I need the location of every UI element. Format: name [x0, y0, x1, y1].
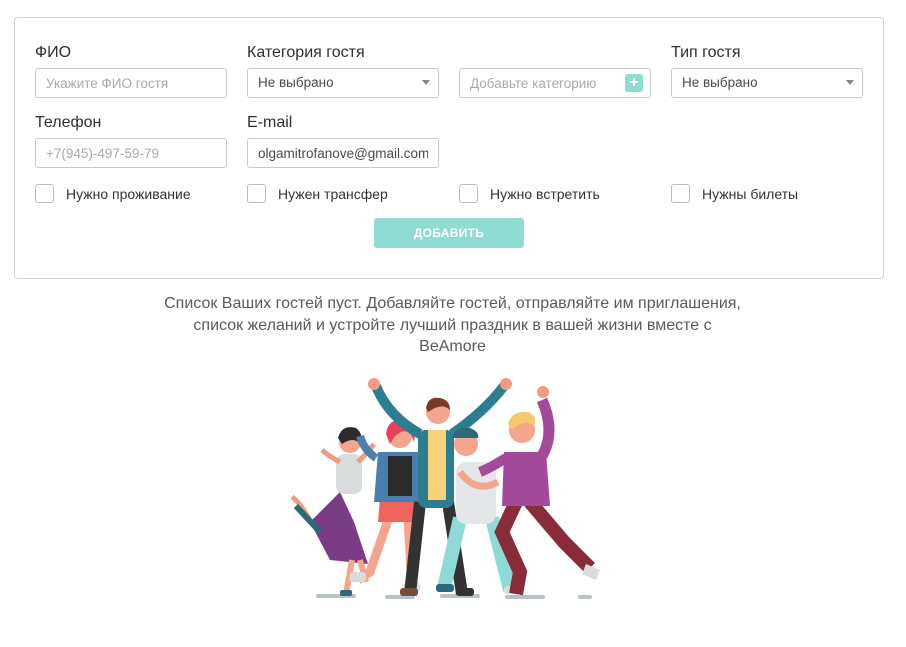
checkbox-box[interactable] [671, 184, 690, 203]
category-select-value: Не выбрано [258, 75, 334, 90]
fio-label: ФИО [35, 44, 72, 61]
checkbox-label: Нужны билеты [702, 185, 799, 202]
checkbox-box[interactable] [35, 184, 54, 203]
category-select[interactable]: Не выбрано [247, 68, 439, 98]
new-category-field[interactable]: + [459, 68, 651, 98]
email-input[interactable] [258, 139, 428, 167]
guest-type-label: Тип гостя [671, 44, 741, 61]
checkbox-transfer[interactable]: Нужен трансфер [247, 184, 388, 203]
empty-state-message: Список Ваших гостей пуст. Добавляйте гос… [140, 293, 765, 358]
checkbox-label: Нужен трансфер [278, 185, 388, 202]
guest-type-select[interactable]: Не выбрано [671, 68, 863, 98]
chevron-down-icon [422, 80, 430, 85]
checkbox-accommodation[interactable]: Нужно проживание [35, 184, 191, 203]
email-label: E-mail [247, 114, 293, 131]
guest-type-select-value: Не выбрано [682, 75, 758, 90]
phone-label: Телефон [35, 114, 102, 131]
happy-guests-illustration [290, 378, 600, 599]
empty-state-line: Список Ваших гостей пуст. Добавляйте гос… [164, 295, 741, 312]
empty-state-line: BeAmore [419, 338, 486, 355]
checkbox-box[interactable] [247, 184, 266, 203]
add-guest-button[interactable]: ДОБАВИТЬ [374, 218, 524, 248]
checkbox-label: Нужно проживание [66, 185, 191, 202]
phone-input[interactable] [46, 139, 216, 167]
add-guest-form: ФИО Категория гостя Тип гостя Не выбрано… [14, 17, 884, 279]
fio-input[interactable] [46, 69, 216, 97]
new-category-input[interactable] [470, 69, 610, 97]
email-field[interactable] [247, 138, 439, 168]
ground-shadows-icon [316, 594, 592, 599]
woman-purple-skirt-figure [290, 427, 376, 596]
checkbox-tickets[interactable]: Нужны билеты [671, 184, 798, 203]
phone-field[interactable] [35, 138, 227, 168]
empty-state-line: список желаний и устройте лучший праздни… [193, 316, 712, 334]
chevron-down-icon [846, 80, 854, 85]
checkbox-label: Нужно встретить [490, 185, 600, 202]
fio-field[interactable] [35, 68, 227, 98]
checkbox-meet[interactable]: Нужно встретить [459, 184, 600, 203]
checkbox-box[interactable] [459, 184, 478, 203]
category-label: Категория гостя [247, 44, 365, 61]
add-category-plus-icon[interactable]: + [625, 74, 643, 92]
